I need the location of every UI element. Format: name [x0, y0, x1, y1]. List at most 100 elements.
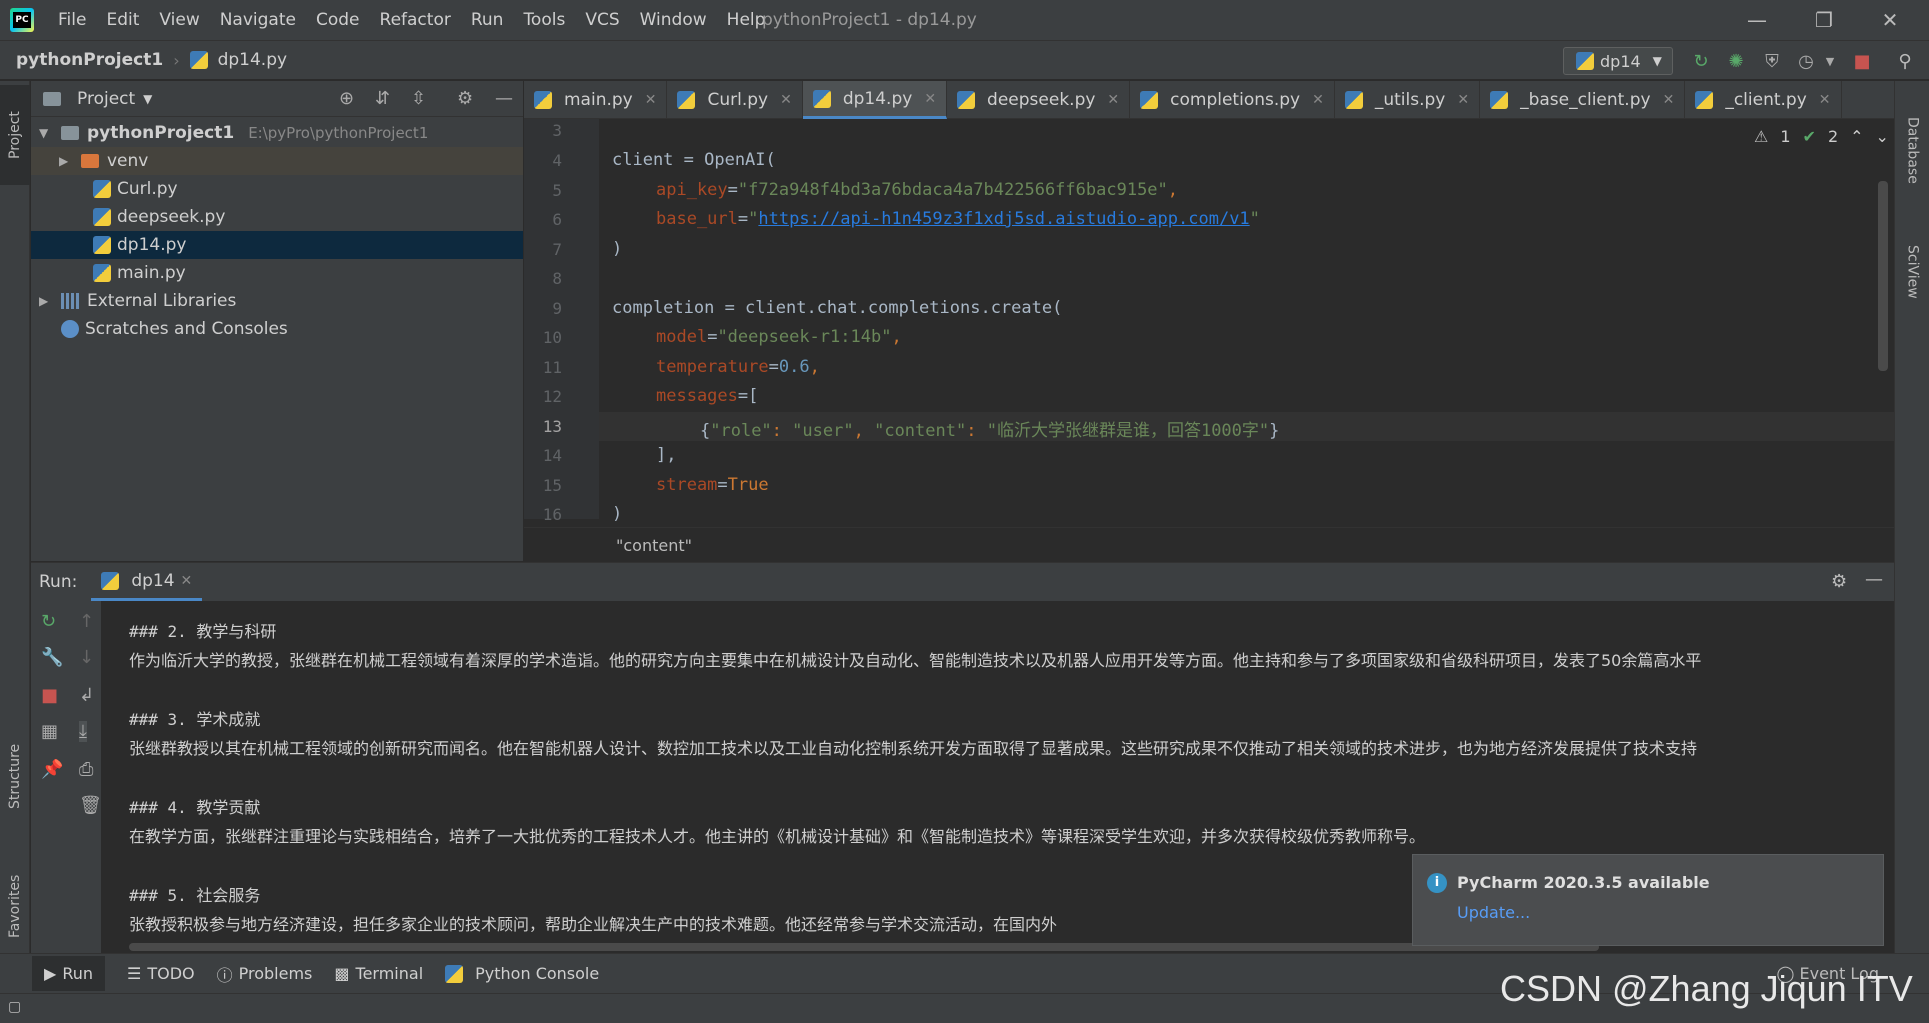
- tree-item-dp14[interactable]: dp14.py: [31, 231, 523, 259]
- problems-tool-button[interactable]: ⓘ Problems: [217, 962, 313, 986]
- close-icon[interactable]: ✕: [1663, 92, 1675, 108]
- close-icon[interactable]: ✕: [1107, 92, 1119, 108]
- debug-icon[interactable]: ✺: [1724, 49, 1748, 73]
- menu-refactor[interactable]: Refactor: [370, 0, 461, 40]
- code-token: True: [727, 475, 769, 495]
- menu-vcs[interactable]: VCS: [575, 0, 629, 40]
- menu-run[interactable]: Run: [461, 0, 514, 40]
- run-header: Run: dp14 ✕ ⚙ —: [31, 563, 1894, 601]
- update-link[interactable]: Update...: [1457, 903, 1530, 922]
- tab-label: main.py: [564, 90, 633, 110]
- output-scrollbar[interactable]: [129, 943, 1599, 951]
- tree-item-main[interactable]: main.py: [31, 259, 523, 287]
- tree-scratches[interactable]: Scratches and Consoles: [31, 315, 523, 343]
- arrow-down-icon[interactable]: ↓: [79, 647, 94, 668]
- gear-icon[interactable]: ⚙: [457, 88, 473, 109]
- tab-completions[interactable]: completions.py ✕: [1130, 81, 1335, 119]
- search-icon[interactable]: ⚲: [1893, 49, 1917, 73]
- line-number: 7: [552, 240, 562, 259]
- minimize-icon[interactable]: —: [1725, 0, 1789, 40]
- tab-client[interactable]: _client.py ✕: [1685, 81, 1842, 119]
- favorites-tool-tab[interactable]: Favorites: [0, 851, 30, 961]
- expand-all-icon[interactable]: ⇵: [375, 88, 390, 109]
- profile-icon[interactable]: ◷: [1794, 49, 1818, 73]
- close-icon[interactable]: ✕: [1312, 92, 1324, 108]
- menu-tools[interactable]: Tools: [513, 0, 575, 40]
- run-config-select[interactable]: dp14 ▼: [1563, 47, 1673, 75]
- chevron-down-icon[interactable]: ▼: [1818, 49, 1842, 73]
- menu-window[interactable]: Window: [630, 0, 717, 40]
- layout-icon[interactable]: ▢: [8, 999, 21, 1015]
- close-icon[interactable]: ✕: [780, 92, 792, 108]
- tab-curl[interactable]: Curl.py ✕: [667, 81, 803, 119]
- hide-icon[interactable]: —: [495, 88, 513, 109]
- menu-view[interactable]: View: [149, 0, 209, 40]
- soft-wrap-icon[interactable]: ↲: [79, 685, 94, 706]
- chevron-down-icon[interactable]: ⌄: [1876, 127, 1889, 146]
- python-console-tool-label: Python Console: [475, 964, 600, 983]
- tree-item-label: dp14.py: [117, 235, 187, 255]
- rerun-icon[interactable]: ↻: [1689, 49, 1713, 73]
- project-tool-tab[interactable]: Project: [0, 85, 30, 185]
- close-icon[interactable]: ✕: [1457, 92, 1469, 108]
- tree-item-deepseek[interactable]: deepseek.py: [31, 203, 523, 231]
- terminal-tool-button[interactable]: ▩ Terminal: [334, 964, 423, 983]
- tab-base-client[interactable]: _base_client.py ✕: [1480, 81, 1686, 119]
- output-line: 在教学方面，张继群注重理论与实践相结合，培养了一大批优秀的工程技术人才。他主讲的…: [129, 827, 1426, 846]
- collapse-all-icon[interactable]: ⇳: [411, 88, 426, 109]
- close-icon[interactable]: ✕: [1858, 0, 1922, 40]
- gear-icon[interactable]: ⚙: [1831, 571, 1847, 592]
- output-line: ### 4. 教学贡献: [129, 798, 261, 817]
- menu-file[interactable]: File: [48, 0, 96, 40]
- breadcrumb-project[interactable]: pythonProject1: [16, 50, 163, 70]
- chevron-up-icon[interactable]: ⌃: [1850, 127, 1863, 146]
- trash-icon[interactable]: 🗑: [79, 795, 102, 816]
- editor-scrollbar[interactable]: [1878, 181, 1888, 371]
- sciview-tool-tab[interactable]: SciView: [1895, 217, 1929, 327]
- code-line: ],: [656, 445, 676, 465]
- close-icon[interactable]: ✕: [645, 92, 657, 108]
- coverage-icon[interactable]: ⛨: [1760, 49, 1784, 73]
- pin-icon[interactable]: 📌: [41, 759, 63, 780]
- arrow-up-icon[interactable]: ↑: [79, 611, 94, 632]
- run-tab-dp14[interactable]: dp14 ✕: [91, 563, 203, 601]
- tab-deepseek[interactable]: deepseek.py ✕: [947, 81, 1131, 119]
- project-view-select[interactable]: Project ▼: [43, 89, 152, 109]
- close-icon[interactable]: ✕: [1819, 92, 1831, 108]
- menu-navigate[interactable]: Navigate: [210, 0, 306, 40]
- close-icon[interactable]: ✕: [924, 91, 936, 107]
- scroll-to-end-icon[interactable]: ⤓: [79, 721, 87, 742]
- code-link[interactable]: https://api-h1n459z3f1xdj5sd.aistudio-ap…: [758, 209, 1249, 229]
- python-console-tool-button[interactable]: Python Console: [445, 964, 599, 983]
- hide-icon[interactable]: —: [1865, 569, 1883, 590]
- run-tool-button[interactable]: ▶ Run: [32, 956, 105, 991]
- menu-code[interactable]: Code: [306, 0, 370, 40]
- inspection-widget[interactable]: ⚠ 1 ✔ 2 ⌃ ⌄: [1754, 127, 1889, 146]
- tab-main[interactable]: main.py ✕: [524, 81, 668, 119]
- code-line: messages=[: [656, 386, 759, 406]
- tree-item-curl[interactable]: Curl.py: [31, 175, 523, 203]
- breadcrumb-file[interactable]: dp14.py: [218, 50, 287, 70]
- tree-external-libraries[interactable]: ▶ External Libraries: [31, 287, 523, 315]
- tree-root[interactable]: ▼ pythonProject1 E:\pyPro\pythonProject1: [31, 119, 523, 147]
- menu-edit[interactable]: Edit: [96, 0, 149, 40]
- stop-icon[interactable]: ■: [1850, 49, 1874, 73]
- close-icon[interactable]: ✕: [181, 573, 193, 589]
- stop-icon[interactable]: ■: [41, 685, 58, 706]
- todo-tool-button[interactable]: ☰ TODO: [127, 964, 195, 983]
- tab-utils[interactable]: _utils.py ✕: [1335, 81, 1481, 119]
- structure-tool-tab[interactable]: Structure: [0, 721, 30, 831]
- rerun-icon[interactable]: ↻: [41, 611, 56, 632]
- locate-icon[interactable]: ⊕: [339, 88, 354, 109]
- wrench-icon[interactable]: 🔧: [41, 647, 63, 668]
- library-icon: [61, 293, 81, 309]
- layout-icon[interactable]: ▦: [41, 721, 58, 742]
- editor-breadcrumb[interactable]: "content": [616, 536, 692, 555]
- python-file-icon: [534, 91, 552, 109]
- tab-dp14[interactable]: dp14.py ✕: [802, 81, 948, 119]
- print-icon[interactable]: ⎙: [79, 759, 93, 780]
- tree-item-venv[interactable]: ▶ venv: [31, 147, 523, 175]
- restore-icon[interactable]: ❐: [1792, 0, 1856, 40]
- database-tool-tab[interactable]: Database: [1895, 95, 1929, 205]
- list-icon: ☰: [127, 964, 142, 983]
